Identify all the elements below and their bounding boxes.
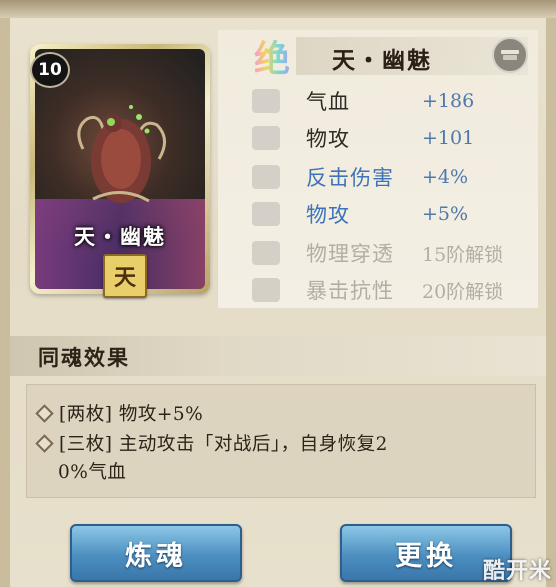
top-border <box>0 0 556 18</box>
stat-value: +4% <box>422 166 469 188</box>
stat-name: 暴击抗性 <box>306 279 394 303</box>
level-badge: 10 <box>30 52 70 88</box>
rarity-glyph: 绝 <box>254 30 290 82</box>
stat-value: +5% <box>422 203 469 225</box>
stat-name: 物攻 <box>306 203 350 227</box>
sword-icon <box>252 202 280 226</box>
tier-badge: 天 <box>103 254 147 298</box>
stat-name: 反击伤害 <box>306 166 394 190</box>
refine-button[interactable]: 炼魂 <box>70 524 242 582</box>
ghost-figure-icon <box>77 105 166 203</box>
stat-name: 物攻 <box>306 127 350 151</box>
set-effect-line: [三枚] 主动攻击「对战后」，自身恢复2 <box>35 430 388 456</box>
stat-name: 气血 <box>306 90 350 114</box>
set-effect-text: [两枚] 物攻+5% <box>59 404 204 425</box>
sword-icon <box>252 126 280 150</box>
stat-value: +101 <box>422 127 475 149</box>
stat-value: +186 <box>422 90 475 112</box>
tray-icon[interactable] <box>492 37 528 73</box>
stat-row-physical-attack: 物攻 +101 <box>252 121 532 155</box>
stat-value: 15阶解锁 <box>422 243 504 266</box>
set-effect-line: [两枚] 物攻+5% <box>35 400 204 426</box>
stat-row-hp: 气血 +186 <box>252 84 532 118</box>
sword-icon <box>252 165 280 189</box>
tray-glyph <box>501 50 519 60</box>
stat-name: 物理穿透 <box>306 242 394 266</box>
set-effect-text: [三枚] 主动攻击「对战后」，自身恢复2 <box>59 434 388 455</box>
stat-row-crit-resist: 暴击抗性 20阶解锁 <box>252 273 532 307</box>
card-name: 天・幽魅 <box>74 224 166 249</box>
heart-icon <box>252 89 280 113</box>
stat-row-physical-penetration: 物理穿透 15阶解锁 <box>252 236 532 270</box>
stat-row-counter-damage: 反击伤害 +4% <box>252 160 532 194</box>
stat-row-physical-attack-pct: 物攻 +5% <box>252 197 532 231</box>
shield-icon <box>252 278 280 302</box>
soul-name: 天・幽魅 <box>332 47 432 74</box>
diamond-bullet-icon <box>35 433 54 453</box>
set-effect-title: 同魂效果 <box>38 345 130 370</box>
set-effect-text-wrap: 0%气血 <box>58 462 127 483</box>
stat-value: 20阶解锁 <box>422 280 504 303</box>
diamond-bullet-icon <box>35 403 54 423</box>
watermark: 酷开米 <box>482 559 552 584</box>
sword-icon <box>252 241 280 265</box>
